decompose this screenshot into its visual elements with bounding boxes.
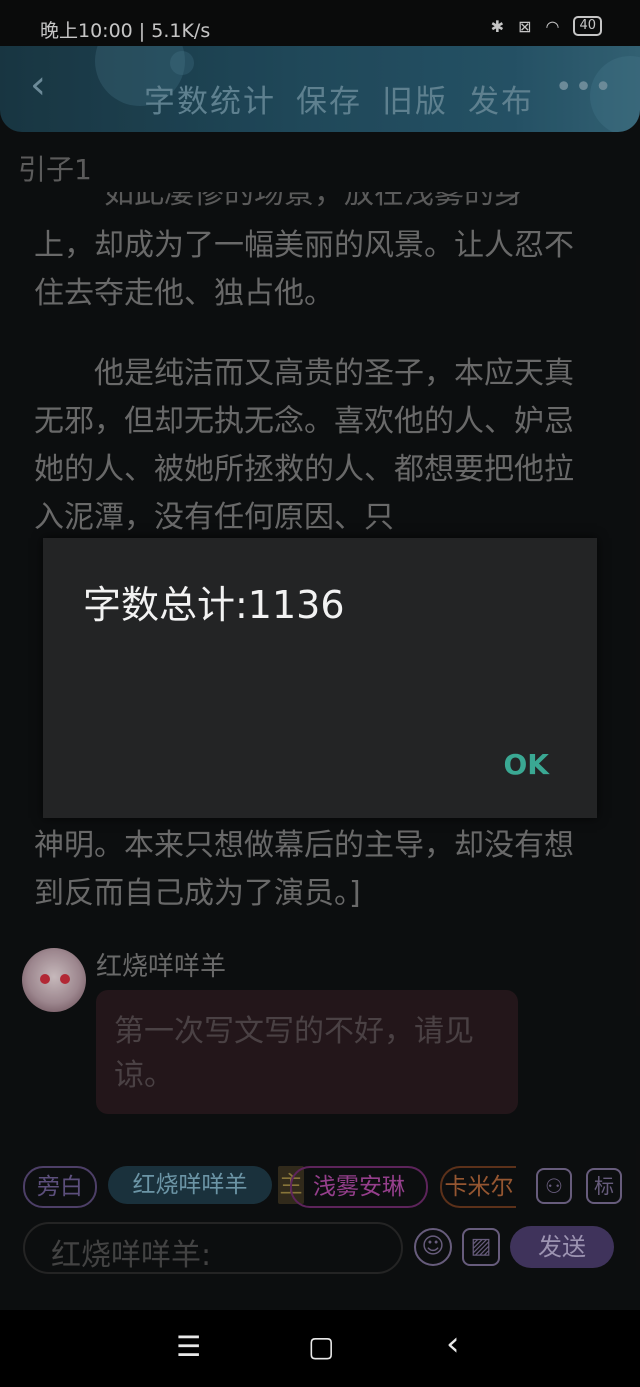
image-icon[interactable]: ▨: [462, 1228, 500, 1266]
old-version-button[interactable]: 旧版: [382, 76, 448, 121]
chip-narrator[interactable]: 旁白: [23, 1166, 97, 1208]
message-username: 红烧咩咩羊: [96, 952, 227, 982]
story-clipped-line: 如此凄惨的场景，放在浅雾的身: [34, 192, 594, 218]
status-time: 晚上10:00 | 5.1K/s: [40, 20, 211, 42]
send-button[interactable]: 发送: [510, 1226, 614, 1268]
back-button[interactable]: ‹: [18, 62, 58, 112]
message-input[interactable]: 红烧咩咩羊:: [23, 1222, 403, 1274]
app-header: ‹ 字数统计 保存 旧版 发布 •••: [0, 46, 640, 132]
header-actions: 字数统计 保存 旧版 发布: [144, 76, 534, 121]
character-settings-icon[interactable]: ⚇: [536, 1168, 572, 1204]
word-count-dialog: 字数总计:1136 OK: [43, 538, 597, 818]
story-clipped-text: 如此凄惨的场景，放在浅雾的身: [104, 192, 524, 211]
battery-icon: 40: [573, 16, 602, 36]
status-icons: ✱ ⊠ ◠ 40: [491, 16, 602, 36]
publish-button[interactable]: 发布: [468, 76, 534, 121]
more-button[interactable]: •••: [555, 70, 614, 105]
bottom-toolbar: 旁白 红烧咩咩羊 主 浅雾安琳 卡米尔 ⚇ 标 红烧咩咩羊: ☺ ▨ 发送: [0, 1140, 640, 1310]
sim-icon: ⊠: [518, 16, 532, 36]
save-button[interactable]: 保存: [296, 76, 362, 121]
status-bar: 晚上10:00 | 5.1K/s ✱ ⊠ ◠ 40: [0, 0, 640, 52]
decor-bubble: [170, 51, 194, 75]
wifi-icon: ◠: [545, 16, 560, 36]
emoji-icon[interactable]: ☺: [414, 1228, 452, 1266]
ok-button[interactable]: OK: [504, 748, 550, 781]
label-button[interactable]: 标: [586, 1168, 622, 1204]
back-nav-icon[interactable]: ‹: [446, 1324, 460, 1364]
menu-icon[interactable]: ☰: [176, 1330, 201, 1363]
chip-character[interactable]: 浅雾安琳: [290, 1166, 428, 1208]
bluetooth-icon: ✱: [490, 16, 505, 36]
word-count-button[interactable]: 字数统计: [144, 76, 276, 121]
avatar-eye: [60, 974, 70, 984]
system-nav-bar: ☰ ▢ ‹: [0, 1310, 640, 1387]
chip-character-selected[interactable]: 红烧咩咩羊: [108, 1166, 272, 1204]
message-text: 第一次写文写的不好，请见谅。: [114, 1014, 474, 1093]
story-paragraph: 上，却成为了一幅美丽的风景。让人忍不住去夺走他、独占他。: [34, 228, 574, 311]
chapter-title: 引子1: [18, 153, 92, 186]
chip-character[interactable]: 卡米尔: [440, 1166, 516, 1208]
story-paragraph: 神明。本来只想做幕后的主导，却没有想到反而自己成为了演员。]: [34, 828, 574, 911]
user-avatar[interactable]: [22, 948, 86, 1012]
avatar-eye: [40, 974, 50, 984]
message-bubble[interactable]: 第一次写文写的不好，请见谅。: [96, 990, 518, 1114]
home-icon[interactable]: ▢: [308, 1330, 334, 1363]
message-input-placeholder: 红烧咩咩羊:: [51, 1238, 212, 1273]
dialog-title: 字数总计:1136: [83, 583, 345, 627]
